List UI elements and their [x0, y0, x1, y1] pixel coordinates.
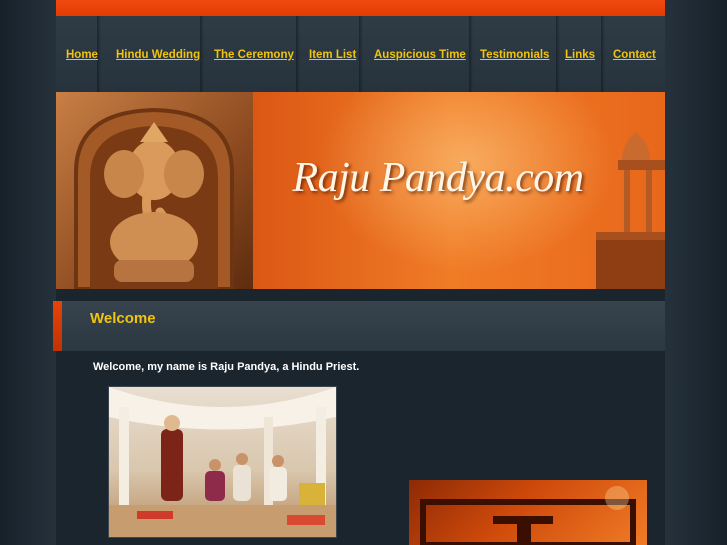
decorative-temple-photo: [409, 480, 647, 545]
welcome-section-header: Welcome: [53, 301, 665, 351]
nav-links-link[interactable]: Links: [565, 49, 595, 61]
welcome-heading: Welcome: [90, 310, 156, 327]
top-accent-bar: [56, 0, 665, 17]
site-title: Raju Pandya.com: [292, 155, 584, 201]
intro-text: Welcome, my name is Raju Pandya, a Hindu…: [93, 361, 360, 373]
nav-hindu-wedding-link[interactable]: Hindu Wedding: [116, 49, 200, 61]
ceremony-photo: [108, 386, 337, 538]
nav-testimonials-link[interactable]: Testimonials: [480, 49, 549, 61]
left-background-strip: [0, 0, 56, 545]
nav-contact-link[interactable]: Contact: [613, 49, 656, 61]
nav-the-ceremony-link[interactable]: The Ceremony: [214, 49, 294, 61]
right-background-strip: [665, 0, 727, 545]
nav-item-list-link[interactable]: Item List: [309, 49, 356, 61]
page-container: Home Hindu Wedding The Ceremony Item Lis…: [53, 0, 665, 545]
main-navigation: Home Hindu Wedding The Ceremony Item Lis…: [56, 16, 665, 92]
nav-auspicious-time-link[interactable]: Auspicious Time: [374, 49, 466, 61]
header-banner: Raju Pandya.com: [56, 92, 665, 289]
nav-home-link[interactable]: Home: [66, 49, 98, 61]
section-accent: [53, 301, 62, 351]
ganesh-statue-image: [56, 92, 253, 289]
temple-illustration: [596, 132, 665, 289]
